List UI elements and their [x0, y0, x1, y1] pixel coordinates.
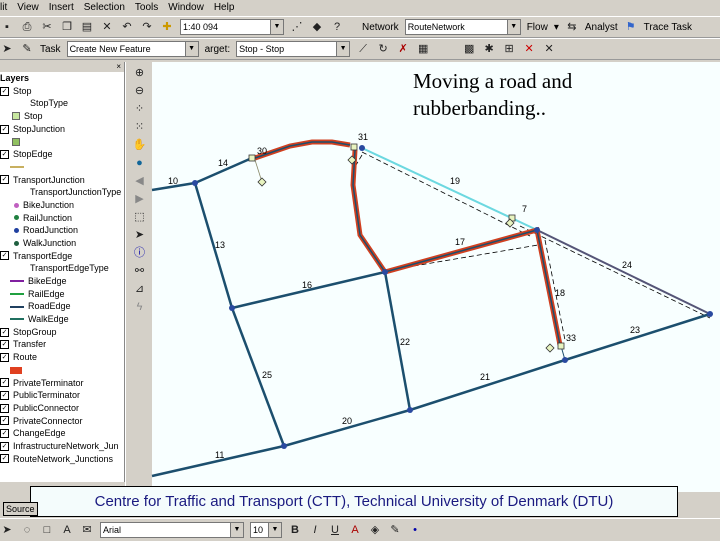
- road-edge: [536, 229, 711, 315]
- chevron-down-icon[interactable]: ▼: [230, 523, 243, 537]
- road-junction: [534, 227, 540, 233]
- road-junction: [281, 443, 287, 449]
- edge-label: 24: [622, 260, 632, 270]
- edge-label: 19: [450, 176, 460, 186]
- edge-label: 20: [342, 416, 352, 426]
- chevron-down-icon[interactable]: ▼: [268, 523, 281, 537]
- road-edge: [230, 307, 286, 447]
- annotation-line: Moving a road and: [413, 69, 573, 93]
- stop-square: [350, 143, 358, 151]
- callout-icon[interactable]: ✉: [80, 523, 94, 537]
- rubberband-line: [361, 151, 531, 237]
- edge-label: 17: [455, 237, 465, 247]
- stop-square: [557, 342, 565, 350]
- rubberband-line: [519, 225, 711, 319]
- stop-label: 30: [257, 146, 267, 156]
- rectangle-icon[interactable]: □: [40, 523, 54, 537]
- tab-source[interactable]: Source: [3, 502, 38, 516]
- road-edge: [193, 182, 234, 309]
- stop-diamond: [257, 177, 267, 187]
- slide-caption: Centre for Traffic and Transport (CTT), …: [30, 486, 678, 517]
- font-value: Arial: [103, 525, 122, 535]
- stop-label: 31: [358, 132, 368, 142]
- fill-color-icon[interactable]: ◈: [368, 523, 382, 537]
- stop-label: 7: [522, 204, 527, 214]
- stop-square: [248, 154, 256, 162]
- annotation-text: Moving a road and rubberbanding..: [413, 68, 572, 122]
- stop-label: 33: [566, 333, 576, 343]
- select-elements-icon[interactable]: ➤: [0, 523, 14, 537]
- font-size-value: 10: [253, 525, 264, 535]
- map-network: 10 14 30 31 13 16 17 18 24 23 22 21 25 2…: [151, 132, 713, 478]
- font-color-icon[interactable]: A: [348, 523, 362, 537]
- road-junction: [707, 311, 713, 317]
- edge-label: 18: [555, 288, 565, 298]
- road-edge: [151, 312, 711, 478]
- rubberband-lines: [352, 151, 711, 341]
- font-size-combo[interactable]: 10 ▼: [250, 522, 282, 538]
- italic-icon[interactable]: I: [308, 523, 322, 537]
- rotate-icon[interactable]: ◌: [20, 523, 34, 537]
- road-junction: [382, 269, 388, 275]
- draw-toolbar: ➤ ◌ □ A ✉ Arial ▼ 10 ▼ B I U A ◈ ✎ •: [0, 518, 720, 541]
- stop-diamond: [545, 343, 555, 353]
- edge-label: 21: [480, 372, 490, 382]
- route-line: [254, 139, 563, 346]
- text-tool-icon[interactable]: A: [60, 523, 74, 537]
- road-junction: [359, 145, 365, 151]
- route-centerline: [254, 141, 561, 346]
- bold-icon[interactable]: B: [288, 523, 302, 537]
- edge-label: 25: [262, 370, 272, 380]
- marker-color-icon[interactable]: •: [408, 523, 422, 537]
- road-junction: [562, 357, 568, 363]
- road-edge: [231, 270, 386, 310]
- edge-label: 10: [168, 176, 178, 186]
- line-color-icon[interactable]: ✎: [388, 523, 402, 537]
- edge-label: 13: [215, 240, 225, 250]
- edge-label: 14: [218, 158, 228, 168]
- underline-icon[interactable]: U: [328, 523, 342, 537]
- road-junction: [407, 407, 413, 413]
- edge-label: 23: [630, 325, 640, 335]
- edge-label: 11: [215, 450, 224, 460]
- road-junction: [229, 305, 235, 311]
- edge-label: 22: [400, 337, 410, 347]
- font-combo[interactable]: Arial ▼: [100, 522, 244, 538]
- edge-label: 16: [302, 280, 312, 290]
- road-junction: [192, 180, 198, 186]
- annotation-line: rubberbanding..: [413, 96, 546, 120]
